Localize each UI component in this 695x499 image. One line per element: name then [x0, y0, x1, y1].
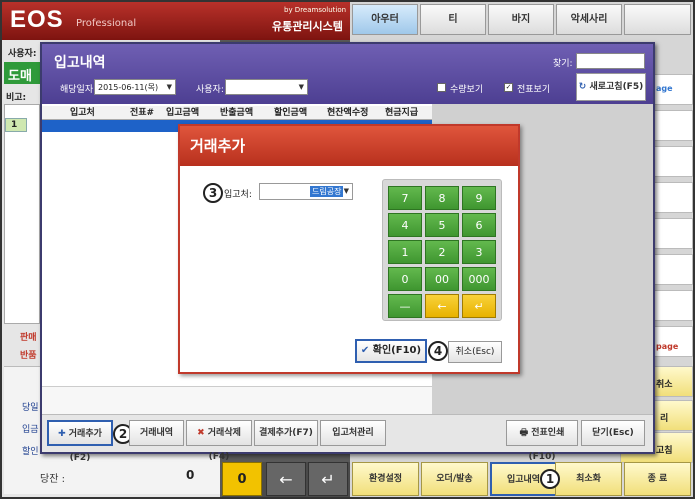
check-icon: ✔ [360, 345, 370, 356]
delete-transaction-button[interactable]: ✖ 거래삭제(F4) [186, 420, 252, 462]
refresh-icon: ↻ [578, 82, 587, 92]
note-label: 비고: [6, 93, 27, 103]
key-4[interactable]: 4 [388, 213, 422, 237]
chevron-down-icon: ▼ [166, 83, 172, 91]
user-select[interactable]: ▼ [225, 79, 308, 95]
add-transaction-button[interactable]: ✚ 거래추가(F2) [47, 420, 113, 463]
voucher-view-label: 전표보기 [517, 85, 551, 95]
return-label: 반품 [20, 351, 37, 361]
brand-system: 유통관리시스템 [272, 20, 343, 33]
chevron-down-icon: ▼ [298, 83, 304, 91]
key-1[interactable]: 1 [388, 240, 422, 264]
side-page-text-1: age [656, 84, 673, 93]
vendor-management-button[interactable]: 입고처관리 [320, 420, 386, 446]
close-icon: ✖ [197, 428, 205, 438]
stat-deposit: 입금 [22, 425, 39, 435]
user-label: 사용자: [196, 85, 224, 95]
exit-button[interactable]: 종 료 [624, 462, 691, 496]
side-refresh-label: 고침 [656, 446, 673, 456]
brand-by: by Dreamsolution [284, 6, 347, 14]
key-00[interactable]: 00 [425, 267, 459, 291]
category-tee[interactable]: 티 [420, 4, 486, 35]
transaction-history-button[interactable]: 거래내역 [129, 420, 184, 446]
sale-label: 판매 [20, 333, 37, 343]
key-000[interactable]: 000 [462, 267, 496, 291]
key-6[interactable]: 6 [462, 213, 496, 237]
date-label: 해당일자: [60, 85, 97, 95]
backspace-button[interactable]: ← [266, 462, 306, 496]
grid-header: 입고처 전표# 입고금액 반출금액 할인금액 현잔액수정 현금지급 [42, 106, 432, 120]
side-page-text-2: page [656, 342, 679, 351]
key-backspace[interactable]: ← [425, 294, 459, 318]
chevron-down-icon: ▼ [343, 187, 349, 195]
qty-view-label: 수량보기 [450, 85, 484, 95]
plus-icon: ✚ [58, 429, 66, 439]
col-vendor[interactable]: 입고처 [70, 106, 95, 120]
cancel-button[interactable]: 취소(Esc) [448, 341, 502, 363]
minimize-button[interactable]: 최소화 [555, 462, 622, 496]
numeric-keypad: 7 8 9 4 5 6 1 2 3 0 00 000 — ← ↵ [382, 179, 502, 321]
confirm-button[interactable]: ✔ 확인(F10) [355, 339, 427, 363]
category-outer[interactable]: 아우터 [352, 4, 418, 35]
col-discount-amount[interactable]: 할인금액 [274, 106, 307, 120]
col-return-amount[interactable]: 반출금액 [220, 106, 253, 120]
brand-logo: EOS [10, 6, 64, 33]
category-empty[interactable] [624, 4, 691, 35]
stat-today: 당일 [22, 403, 39, 413]
transaction-history-label: 거래내역 [139, 428, 174, 438]
key-5[interactable]: 5 [425, 213, 459, 237]
voucher-view-checkbox[interactable]: ✓ [504, 83, 513, 92]
enter-button[interactable]: ↵ [308, 462, 348, 496]
close-dialog-button[interactable]: 닫기(Esc) [581, 420, 645, 446]
left-row-number[interactable]: 1 [5, 118, 27, 132]
date-value: 2015-06-11(목) [98, 83, 159, 92]
dialog-title: 입고내역 [54, 55, 106, 71]
qty-view-checkbox[interactable] [437, 83, 446, 92]
dialog-header [42, 44, 653, 104]
key-3[interactable]: 3 [462, 240, 496, 264]
key-8[interactable]: 8 [425, 186, 459, 210]
callout-3: 3 [203, 183, 223, 203]
vendor-label: 입고처: [224, 190, 252, 200]
vendor-value: 드림공장 [310, 186, 344, 197]
print-voucher-button[interactable]: 🖶 전표인쇄(F10) [506, 420, 578, 462]
vendor-select[interactable]: 드림공장 ▼ [259, 183, 353, 200]
balance-label: 당잔 : [40, 474, 65, 485]
col-balance-edit[interactable]: 현잔액수정 [327, 106, 368, 120]
mode-button[interactable]: 도매 [4, 62, 42, 84]
side-ri-label: 리 [660, 414, 669, 424]
left-grid [4, 104, 40, 324]
search-input[interactable] [576, 53, 645, 69]
category-pants[interactable]: 바지 [488, 4, 554, 35]
date-select[interactable]: 2015-06-11(목) ▼ [94, 79, 176, 95]
col-receipt-amount[interactable]: 입고금액 [166, 106, 199, 120]
col-voucher[interactable]: 전표# [130, 106, 154, 120]
key-9[interactable]: 9 [462, 186, 496, 210]
key-7[interactable]: 7 [388, 186, 422, 210]
settings-button[interactable]: 환경설정 [352, 462, 419, 496]
refresh-label: 새로고침(F5) [589, 82, 644, 92]
refresh-button[interactable]: ↻ 새로고침(F5) [576, 73, 646, 101]
order-ship-button[interactable]: 오더/발송 [421, 462, 488, 496]
brand-edition: Professional [76, 18, 137, 29]
col-cash-pay[interactable]: 현금지급 [385, 106, 418, 120]
key-enter[interactable]: ↵ [462, 294, 496, 318]
key-minus[interactable]: — [388, 294, 422, 318]
key-2[interactable]: 2 [425, 240, 459, 264]
search-label: 찾기: [553, 59, 573, 69]
confirm-label: 확인(F10) [372, 345, 422, 356]
left-user-label: 사용자: [8, 49, 37, 59]
side-cancel-label: 취소 [656, 380, 673, 390]
key-0[interactable]: 0 [388, 267, 422, 291]
category-accessory[interactable]: 악세사리 [556, 4, 622, 35]
printer-icon: 🖶 [519, 428, 529, 438]
callout-1: 1 [540, 469, 560, 489]
add-payment-button[interactable]: 결제추가(F7) [254, 420, 318, 446]
add-dialog-title: 거래추가 [190, 137, 246, 155]
grid-footer [42, 386, 432, 414]
balance-value: 0 [186, 468, 195, 482]
callout-4: 4 [428, 341, 448, 361]
stat-discount: 할인 [22, 447, 39, 457]
